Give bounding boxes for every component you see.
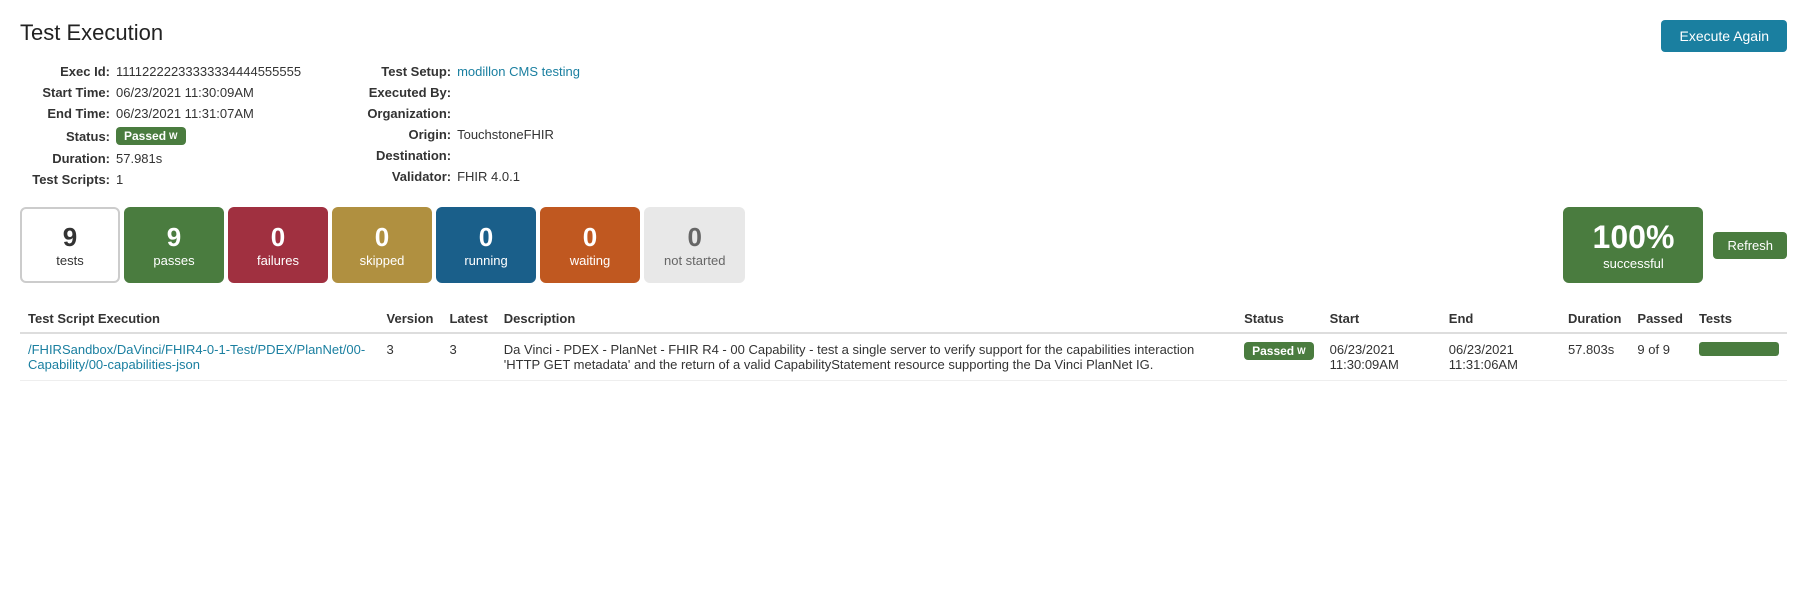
description-cell: Da Vinci - PDEX - PlanNet - FHIR R4 - 00… (496, 333, 1236, 381)
meta-section: Exec Id: 11112222233333334444555555 Star… (20, 64, 1787, 187)
col-version: Version (379, 305, 442, 333)
col-latest: Latest (441, 305, 495, 333)
start-cell: 06/23/2021 11:30:09AM (1322, 333, 1441, 381)
test-scripts-value: 1 (116, 172, 123, 187)
start-time-label: Start Time: (20, 85, 110, 100)
skipped-number: 0 (375, 222, 389, 253)
organization-label: Organization: (361, 106, 451, 121)
stat-failures: 0 failures (228, 207, 328, 283)
success-label: successful (1603, 256, 1664, 271)
col-script: Test Script Execution (20, 305, 379, 333)
end-time-value: 06/23/2021 11:31:07AM (116, 106, 254, 121)
status-value: Passed (124, 129, 166, 143)
waiting-number: 0 (583, 222, 597, 253)
exec-id-row: Exec Id: 11112222233333334444555555 (20, 64, 301, 79)
status-row: Status: PassedW (20, 127, 301, 145)
exec-id-value: 11112222233333334444555555 (116, 64, 301, 79)
passed-cell: 9 of 9 (1629, 333, 1691, 381)
destination-row: Destination: (361, 148, 580, 163)
skipped-label: skipped (360, 253, 405, 268)
validator-label: Validator: (361, 169, 451, 184)
progress-bar-wrap (1699, 342, 1779, 356)
latest-cell: 3 (441, 333, 495, 381)
meta-left: Exec Id: 11112222233333334444555555 Star… (20, 64, 301, 187)
stat-waiting: 0 waiting (540, 207, 640, 283)
table-row: /FHIRSandbox/DaVinci/FHIR4-0-1-Test/PDEX… (20, 333, 1787, 381)
executed-by-row: Executed By: (361, 85, 580, 100)
stat-skipped: 0 skipped (332, 207, 432, 283)
progress-bar-fill (1699, 342, 1779, 356)
col-duration: Duration (1560, 305, 1629, 333)
stat-tests: 9 tests (20, 207, 120, 283)
script-cell: /FHIRSandbox/DaVinci/FHIR4-0-1-Test/PDEX… (20, 333, 379, 381)
end-time-label: End Time: (20, 106, 110, 121)
origin-label: Origin: (361, 127, 451, 142)
col-end: End (1441, 305, 1560, 333)
validator-value: FHIR 4.0.1 (457, 169, 520, 184)
notstarted-number: 0 (687, 222, 701, 253)
test-scripts-label: Test Scripts: (20, 172, 110, 187)
tests-number: 9 (63, 222, 77, 253)
stats-row: 9 tests 9 passes 0 failures 0 skipped 0 … (20, 207, 1787, 283)
col-status: Status (1236, 305, 1322, 333)
col-tests: Tests (1691, 305, 1787, 333)
test-setup-label: Test Setup: (361, 64, 451, 79)
col-start: Start (1322, 305, 1441, 333)
table-header-row: Test Script Execution Version Latest Des… (20, 305, 1787, 333)
script-link[interactable]: /FHIRSandbox/DaVinci/FHIR4-0-1-Test/PDEX… (28, 342, 371, 372)
version-cell: 3 (379, 333, 442, 381)
running-number: 0 (479, 222, 493, 253)
stat-running: 0 running (436, 207, 536, 283)
failures-number: 0 (271, 222, 285, 253)
status-badge: PassedW (116, 127, 186, 145)
test-scripts-row: Test Scripts: 1 (20, 172, 301, 187)
test-script-table: Test Script Execution Version Latest Des… (20, 305, 1787, 381)
organization-row: Organization: (361, 106, 580, 121)
status-sup: W (169, 131, 178, 141)
duration-value: 57.981s (116, 151, 162, 166)
origin-value: TouchstoneFHIR (457, 127, 554, 142)
duration-label: Duration: (20, 151, 110, 166)
col-passed: Passed (1629, 305, 1691, 333)
executed-by-label: Executed By: (361, 85, 451, 100)
end-time-row: End Time: 06/23/2021 11:31:07AM (20, 106, 301, 121)
notstarted-label: not started (664, 253, 725, 268)
col-description: Description (496, 305, 1236, 333)
duration-cell: 57.803s (1560, 333, 1629, 381)
duration-row: Duration: 57.981s (20, 151, 301, 166)
exec-id-label: Exec Id: (20, 64, 110, 79)
test-setup-link[interactable]: modillon CMS testing (457, 64, 580, 79)
status-label: Status: (20, 129, 110, 144)
start-time-value: 06/23/2021 11:30:09AM (116, 85, 254, 100)
execute-again-button[interactable]: Execute Again (1661, 20, 1787, 52)
row-status-badge: PassedW (1244, 342, 1314, 360)
refresh-button[interactable]: Refresh (1713, 232, 1787, 259)
running-label: running (464, 253, 507, 268)
end-cell: 06/23/2021 11:31:06AM (1441, 333, 1560, 381)
waiting-label: waiting (570, 253, 610, 268)
passes-label: passes (153, 253, 194, 268)
stat-success: 100% successful (1563, 207, 1703, 283)
stat-passes: 9 passes (124, 207, 224, 283)
status-cell: PassedW (1236, 333, 1322, 381)
tests-cell (1691, 333, 1787, 381)
success-percent: 100% (1593, 219, 1675, 256)
tests-label: tests (56, 253, 83, 268)
test-setup-row: Test Setup: modillon CMS testing (361, 64, 580, 79)
passes-number: 9 (167, 222, 181, 253)
origin-row: Origin: TouchstoneFHIR (361, 127, 580, 142)
validator-row: Validator: FHIR 4.0.1 (361, 169, 580, 184)
meta-right: Test Setup: modillon CMS testing Execute… (361, 64, 580, 187)
start-time-row: Start Time: 06/23/2021 11:30:09AM (20, 85, 301, 100)
destination-label: Destination: (361, 148, 451, 163)
stat-notstarted: 0 not started (644, 207, 745, 283)
page-title: Test Execution (20, 20, 163, 46)
failures-label: failures (257, 253, 299, 268)
